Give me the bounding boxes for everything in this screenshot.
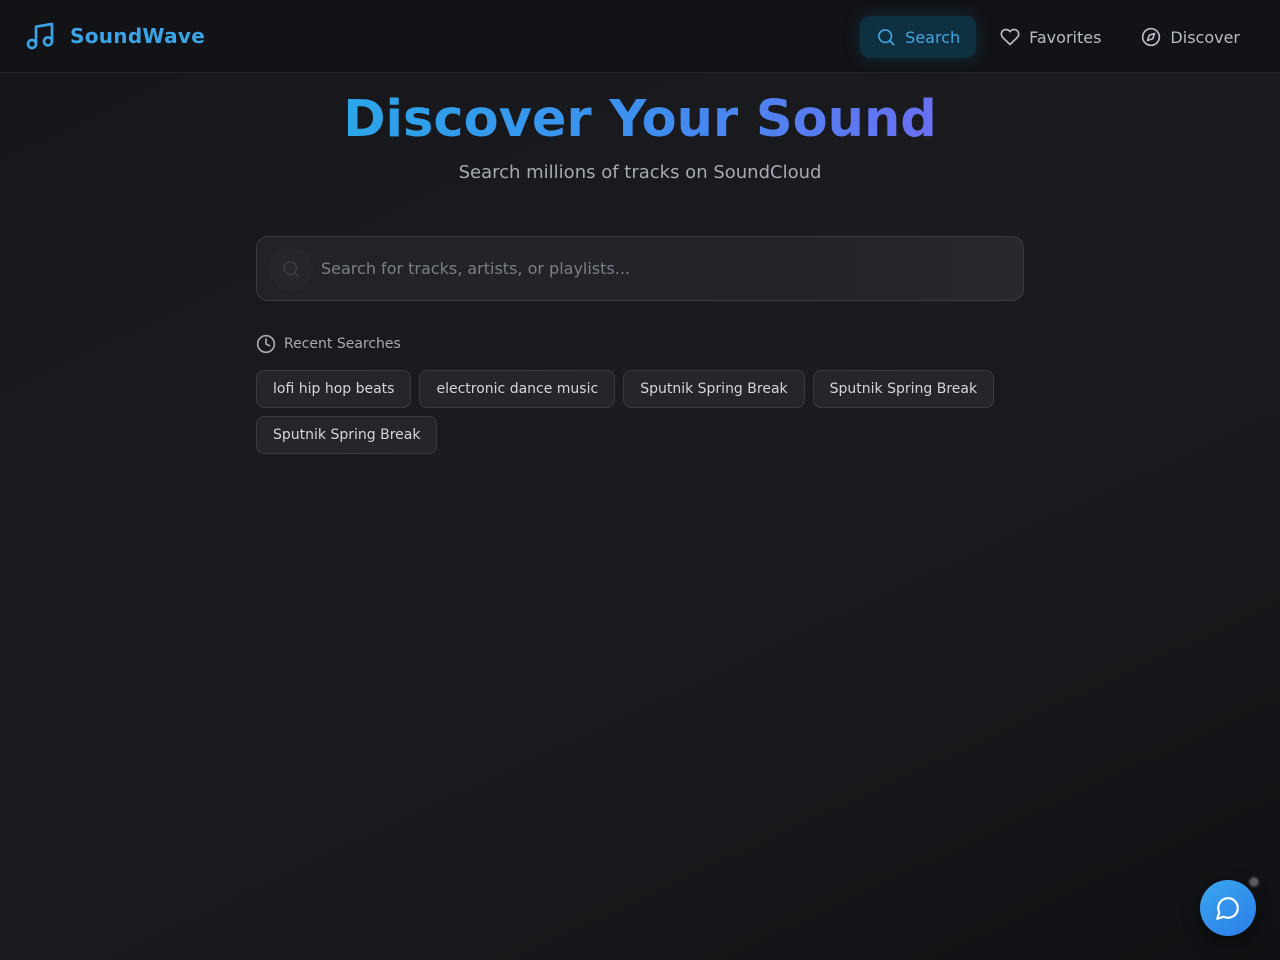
recent-search-chip[interactable]: Sputnik Spring Break [812,370,995,408]
recent-search-chip[interactable]: lofi hip hop beats [256,370,412,408]
nav-item-discover[interactable]: Discover [1125,16,1256,58]
recent-searches-label: Recent Searches [284,336,401,352]
chat-status-dot [1248,876,1260,888]
clock-icon [256,334,276,354]
recent-searches-header: Recent Searches [256,333,401,355]
search-input[interactable] [321,237,1011,300]
main-nav: Search Favorites Discover [860,16,1256,58]
search-icon-wrap [269,247,313,291]
recent-search-chip[interactable]: electronic dance music [419,370,616,408]
chat-button[interactable] [1200,880,1256,936]
app-logo[interactable]: SoundWave [24,20,205,52]
app-name: SoundWave [70,24,206,48]
hero-title: Discover Your Sound [343,90,937,149]
music-note-icon [26,22,54,50]
nav-item-label: Search [905,27,961,47]
recent-searches-list: lofi hip hop beats electronic dance musi… [256,370,1024,454]
nav-item-favorites[interactable]: Favorites [984,16,1117,58]
app-header: SoundWave Search Favorites Discover [0,0,1280,73]
recent-search-chip[interactable]: Sputnik Spring Break [623,370,805,408]
compass-icon [1142,27,1161,47]
search-box [256,236,1024,301]
heart-icon [1000,28,1020,46]
hero-subtitle: Search millions of tracks on SoundCloud [458,162,822,183]
nav-item-label: Discover [1170,27,1240,47]
nav-item-label: Favorites [1029,27,1102,47]
nav-item-search[interactable]: Search [860,16,977,58]
recent-search-chip[interactable]: Sputnik Spring Break [256,416,438,454]
chat-bubble-icon [1216,897,1239,920]
search-icon [283,261,300,278]
search-icon [878,29,895,46]
